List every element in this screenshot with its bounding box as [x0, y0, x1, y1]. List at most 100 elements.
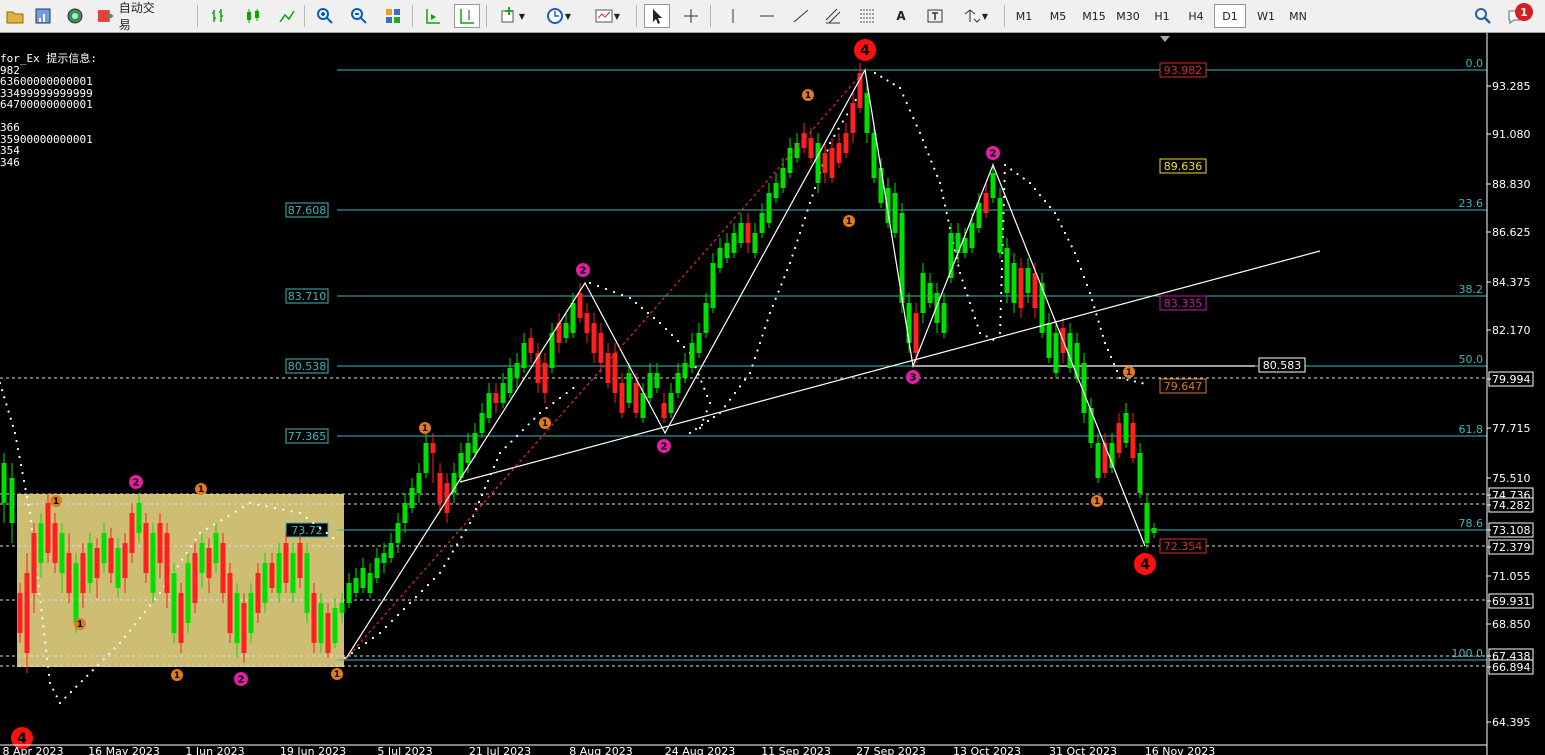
candle-body	[304, 553, 310, 613]
info-line: 366	[0, 121, 20, 134]
chart-shift-icon[interactable]	[454, 4, 480, 28]
timeframe-mn[interactable]: MN	[1282, 4, 1314, 28]
indicator-dot	[908, 109, 912, 112]
indicator-dot	[364, 641, 368, 645]
indicator-dot	[30, 528, 34, 531]
candle-body	[101, 533, 107, 563]
indicator-dot	[1003, 179, 1006, 183]
indicator-dot	[1060, 225, 1063, 228]
indicator-dot	[682, 345, 686, 349]
timeframe-h1[interactable]: H1	[1146, 4, 1178, 28]
indicator-dot	[963, 286, 967, 290]
search-icon[interactable]	[1470, 4, 1496, 28]
timeframe-w1[interactable]: W1	[1250, 4, 1282, 28]
candle-body	[500, 383, 506, 403]
templates-icon[interactable]: ▼	[588, 4, 626, 28]
indicator-dot	[118, 641, 122, 645]
folder-icon[interactable]	[2, 4, 28, 28]
text-icon[interactable]: A	[888, 4, 914, 28]
indicator-dot	[753, 356, 757, 360]
candle-body	[136, 503, 142, 533]
price-tick-label: 69.931	[1492, 595, 1531, 608]
indicator-dot	[158, 591, 162, 595]
zoom-in-icon[interactable]	[312, 4, 338, 28]
indicator-dot	[39, 600, 42, 604]
bar-chart-icon[interactable]	[206, 4, 232, 28]
fib-level-pct: 23.6	[1459, 197, 1484, 210]
indicator-dot	[1002, 219, 1005, 223]
indicator-dot	[780, 283, 783, 286]
tile-windows-icon[interactable]	[380, 4, 406, 28]
wave-marker-label: 3	[910, 373, 917, 384]
candle-body	[927, 283, 933, 303]
price-tick-label: 86.625	[1492, 226, 1531, 239]
indicator-dot	[1028, 181, 1032, 185]
cursor-icon[interactable]	[644, 4, 670, 28]
autotrade-button[interactable]: 自动交易	[96, 1, 166, 32]
timeframe-d1[interactable]: D1	[1214, 4, 1246, 28]
indicator-dot	[841, 120, 844, 123]
candle-body	[220, 543, 226, 593]
text-label-icon[interactable]	[922, 4, 948, 28]
price-chart[interactable]: 0.0 23.6 38.2 50.0 61.8 78.6 100.0 87.608 83.710…	[0, 33, 1545, 755]
indicator-dot	[628, 296, 632, 300]
horizontal-line-icon[interactable]	[754, 4, 780, 28]
timeframe-m5[interactable]: M5	[1042, 4, 1074, 28]
indicator-dot	[190, 545, 193, 548]
candle-body	[283, 543, 289, 583]
candlestick-icon[interactable]	[240, 4, 266, 28]
wave-marker-label: 2	[990, 149, 997, 160]
info-line: 354	[0, 144, 20, 157]
indicator-dot	[918, 131, 922, 135]
timeframe-h4[interactable]: H4	[1180, 4, 1212, 28]
candle-body	[745, 223, 751, 243]
indicator-dot	[652, 316, 656, 320]
candle-body	[661, 403, 667, 418]
candle-body	[878, 168, 884, 203]
timeframe-m30[interactable]: M30	[1112, 4, 1144, 28]
line-chart-icon[interactable]	[274, 4, 300, 28]
date-tick-label: 13 Oct 2023	[953, 745, 1021, 755]
vertical-line-icon[interactable]	[720, 4, 746, 28]
indicator-dot	[1, 389, 4, 392]
channel-icon[interactable]	[820, 4, 846, 28]
clock-icon[interactable]: ▼	[540, 4, 576, 28]
candle-body	[626, 373, 632, 403]
indicators-icon[interactable]: ▼	[494, 4, 530, 28]
info-line: 346	[0, 155, 20, 169]
candle-body	[703, 303, 709, 333]
indicator-dot	[801, 224, 804, 227]
indicator-dot	[694, 427, 698, 431]
timeframe-m1[interactable]: M1	[1008, 4, 1040, 28]
indicator-dot	[510, 440, 513, 443]
indicator-dot	[999, 299, 1003, 303]
zoom-out-icon[interactable]	[346, 4, 372, 28]
candle-body	[773, 183, 779, 198]
globe-icon[interactable]	[62, 4, 88, 28]
candle-body	[52, 523, 58, 563]
chart-window[interactable]: 0.0 23.6 38.2 50.0 61.8 78.6 100.0 87.608 83.710…	[0, 33, 1545, 755]
arrows-icon[interactable]: ▼	[956, 4, 994, 28]
indicator-dot	[604, 287, 608, 291]
crosshair-icon[interactable]	[678, 4, 704, 28]
fib-level-pct: 0.0	[1466, 57, 1484, 70]
timeframe-m15[interactable]: M15	[1078, 4, 1110, 28]
indicator-dot	[943, 204, 947, 207]
indicator-dot	[545, 406, 548, 410]
trendline-icon[interactable]	[788, 4, 814, 28]
wave-marker-label: 1	[334, 670, 340, 680]
indicator-dot	[181, 558, 184, 561]
indicator-dot	[483, 486, 487, 490]
auto-scroll-icon[interactable]	[420, 4, 446, 28]
indicator-dot	[527, 423, 530, 426]
indicator-dot	[733, 391, 737, 395]
indicator-dot	[676, 339, 680, 343]
candle-body	[997, 198, 1003, 253]
indicator-dot	[998, 331, 1002, 335]
candle-body	[493, 393, 499, 403]
indicator-dot	[1118, 376, 1122, 380]
fibonacci-icon[interactable]	[854, 4, 880, 28]
profile-icon[interactable]	[30, 4, 56, 28]
notification-badge[interactable]: 1	[1515, 3, 1533, 21]
autotrade-icon	[97, 10, 114, 22]
